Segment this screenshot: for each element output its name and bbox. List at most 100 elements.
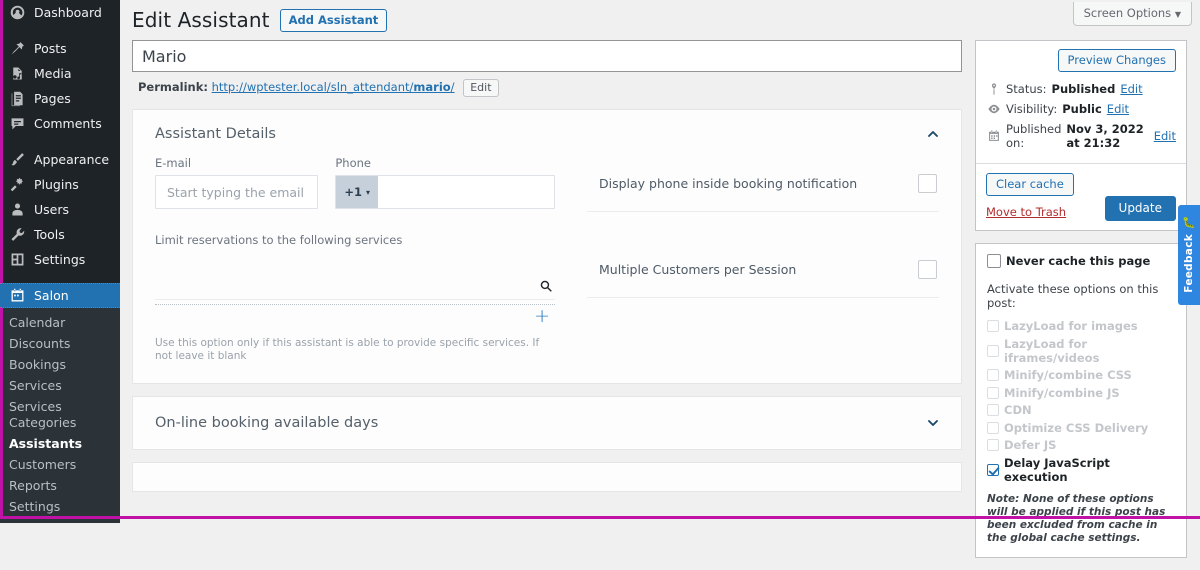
eye-icon — [987, 102, 1001, 116]
permalink-base-link[interactable]: http://wptester.local/sln_attendant/ — [212, 80, 414, 94]
option-row-display-phone[interactable]: Display phone inside booking notificatio… — [587, 164, 939, 212]
admin-sidebar: Dashboard Posts Media Pages Comments App… — [0, 0, 128, 523]
cache-option-label: CDN — [1004, 403, 1032, 417]
booking-days-panel: On-line booking available days — [132, 396, 962, 450]
preview-changes-button[interactable]: Preview Changes — [1057, 49, 1176, 72]
cache-option-label: LazyLoad for iframes/videos — [1004, 336, 1100, 365]
permalink-edit-button[interactable]: Edit — [463, 79, 499, 97]
limit-services-block: Limit reservations to the following serv… — [155, 233, 555, 363]
sidebar-item-label: Dashboard — [34, 5, 102, 20]
sidebar-item-label: Plugins — [34, 177, 79, 192]
defer-js-checkbox — [987, 439, 999, 451]
never-cache-checkbox[interactable] — [987, 254, 1001, 268]
wrench-icon — [9, 226, 26, 243]
main-content: Screen Options ▼ Edit Assistant Add Assi… — [120, 0, 1200, 558]
users-icon — [9, 201, 26, 218]
sidebar-item-dashboard[interactable]: Dashboard — [0, 0, 120, 25]
status-row: Status: Published Edit — [986, 79, 1176, 99]
permalink-slug[interactable]: mario — [413, 80, 450, 94]
move-to-trash-link[interactable]: Move to Trash — [986, 205, 1066, 219]
sidebar-item-appearance[interactable]: Appearance — [0, 147, 120, 172]
cache-option-defer-js: Defer JS — [987, 438, 1175, 452]
plus-icon[interactable]: + — [534, 307, 550, 326]
cache-option-delay-js[interactable]: Delay JavaScript execution — [987, 456, 1175, 484]
cache-options-lead: Activate these options on this post: — [987, 282, 1159, 310]
email-input[interactable] — [155, 175, 319, 209]
cache-option-label: Delay JavaScript execution — [1004, 455, 1110, 484]
publish-major-actions: Clear cache Move to Trash Update — [976, 164, 1186, 230]
booking-days-header[interactable]: On-line booking available days — [133, 397, 961, 449]
add-assistant-button[interactable]: Add Assistant — [279, 8, 388, 32]
sidebar-item-users[interactable]: Users — [0, 197, 120, 222]
published-on-value: Nov 3, 2022 at 21:32 — [1066, 122, 1144, 150]
feedback-tab[interactable]: 🐛 Feedback — [1178, 205, 1200, 305]
sidebar-item-plugins[interactable]: Plugins — [0, 172, 120, 197]
status-edit-link[interactable]: Edit — [1120, 82, 1142, 96]
sidebar-item-label: Media — [34, 66, 72, 81]
cache-option-optimize-css: Optimize CSS Delivery — [987, 421, 1175, 435]
delay-js-checkbox[interactable] — [987, 463, 999, 476]
cache-option-lazyload-iframes: LazyLoad for iframes/videos — [987, 337, 1175, 365]
chevron-up-icon[interactable] — [925, 126, 941, 142]
assistant-details-header[interactable]: Assistant Details — [133, 110, 961, 156]
sidebar-subitem-bookings[interactable]: Bookings — [0, 354, 120, 375]
update-button[interactable]: Update — [1104, 196, 1176, 221]
sidebar-subitem-settings[interactable]: Settings — [0, 496, 120, 517]
sidebar-subitem-assistants[interactable]: Assistants — [0, 433, 120, 454]
phone-label: Phone — [335, 156, 371, 170]
sidebar-subitem-services[interactable]: Services — [0, 375, 120, 396]
sidebar-item-pages[interactable]: Pages — [0, 86, 120, 111]
chevron-down-icon[interactable] — [925, 415, 941, 431]
cache-option-lazyload-images: LazyLoad for images — [987, 319, 1175, 333]
sidebar-accent-edge — [0, 0, 3, 519]
clear-cache-button[interactable]: Clear cache — [986, 173, 1074, 196]
sidebar-item-salon[interactable]: Salon — [0, 283, 128, 308]
sidebar-subitem-discounts[interactable]: Discounts — [0, 333, 120, 354]
option-row-multiple-customers[interactable]: Multiple Customers per Session — [587, 250, 939, 298]
sidebar-item-media[interactable]: Media — [0, 61, 120, 86]
sidebar-item-comments[interactable]: Comments — [0, 111, 120, 136]
sidebar-separator — [0, 25, 120, 36]
salon-submenu: Calendar Discounts Bookings Services Ser… — [0, 308, 120, 523]
visibility-edit-link[interactable]: Edit — [1107, 102, 1129, 116]
assistant-details-title: Assistant Details — [155, 126, 276, 142]
sidebar-item-tools[interactable]: Tools — [0, 222, 120, 247]
sidebar-subitem-services-categories[interactable]: Services Categories — [0, 396, 120, 433]
published-on-edit-link[interactable]: Edit — [1154, 129, 1176, 143]
multiple-customers-checkbox[interactable] — [918, 260, 937, 279]
screen-options-toggle[interactable]: Screen Options ▼ — [1072, 2, 1192, 26]
sidebar-subitem-customers[interactable]: Customers — [0, 454, 120, 475]
comments-icon — [9, 115, 26, 132]
search-icon[interactable] — [539, 279, 553, 293]
sidebar-item-label: Settings — [34, 252, 86, 267]
sidebar-item-posts[interactable]: Posts — [0, 36, 120, 61]
permalink: Permalink: http://wptester.local/sln_att… — [132, 72, 962, 97]
assistant-details-body: E-mail Phone +1 ▾ — [133, 156, 961, 383]
phone-country-code-dropdown[interactable]: +1 ▾ — [336, 176, 378, 208]
pin-icon — [987, 82, 1001, 96]
sidebar-item-label: Salon — [34, 288, 69, 303]
assistant-title-input[interactable] — [132, 40, 962, 72]
cache-options-box: Never cache this page Activate these opt… — [975, 243, 1187, 558]
post-body-content: Permalink: http://wptester.local/sln_att… — [132, 40, 962, 492]
phone-field-group: Phone +1 ▾ — [335, 156, 555, 209]
services-selector[interactable] — [155, 247, 555, 299]
display-phone-checkbox[interactable] — [918, 174, 937, 193]
sidebar-item-settings[interactable]: Settings — [0, 247, 120, 272]
permalink-trailing[interactable]: / — [451, 80, 455, 94]
plugins-icon — [9, 176, 26, 193]
sidebar-subitem-calendar[interactable]: Calendar — [0, 312, 120, 333]
never-cache-label: Never cache this page — [1006, 254, 1151, 268]
assistant-details-panel: Assistant Details E-mail Phone — [132, 109, 962, 384]
sidebar-item-label: Appearance — [34, 152, 110, 167]
chevron-down-icon: ▾ — [365, 188, 370, 197]
never-cache-row[interactable]: Never cache this page — [987, 254, 1175, 268]
visibility-label: Visibility: — [1006, 102, 1058, 116]
cache-option-label: Defer JS — [1004, 438, 1057, 452]
cache-option-label: Minify/combine CSS — [1004, 368, 1132, 382]
sidebar-subitem-reports[interactable]: Reports — [0, 475, 120, 496]
screen-options-label: Screen Options — [1083, 6, 1172, 20]
feedback-tab-label: Feedback — [1183, 234, 1195, 293]
status-value: Published — [1051, 82, 1116, 96]
phone-number-input[interactable] — [378, 176, 554, 208]
